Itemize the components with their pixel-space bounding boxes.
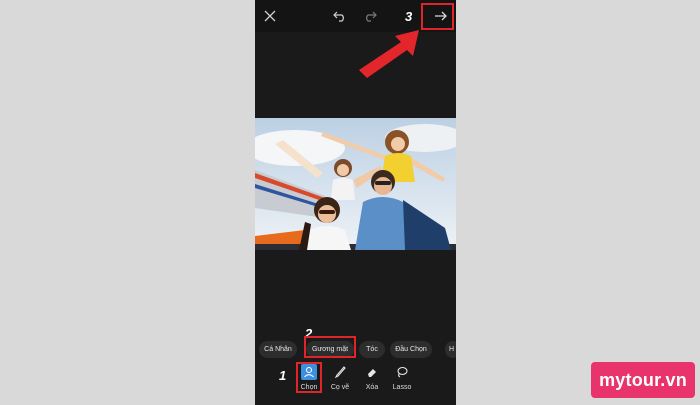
tool-lasso[interactable]: Lasso — [389, 362, 415, 393]
select-tool-highlight — [296, 362, 322, 393]
close-button[interactable] — [260, 6, 280, 26]
brush-icon — [334, 366, 346, 379]
family-photo — [255, 118, 456, 250]
chip-hair[interactable]: Tóc — [359, 341, 385, 358]
chip-more[interactable]: H — [445, 341, 456, 358]
close-icon — [264, 10, 276, 22]
tool-brush[interactable]: Cọ vẽ — [327, 362, 353, 393]
mytour-logo: mytour.vn — [591, 362, 695, 398]
undo-button[interactable] — [330, 6, 350, 26]
pointer-arrow-icon — [359, 30, 419, 78]
family-photo-image — [255, 118, 456, 250]
chip-personal[interactable]: Cá Nhân — [259, 341, 297, 358]
step-3-label: 3 — [405, 9, 413, 24]
face-chip-highlight — [304, 336, 356, 358]
phone-screen: 3 2 Cá Nhân Gương mặt Tóc Đầu Chọn H 1 C… — [255, 0, 456, 405]
tool-bar: Chọn Cọ vẽ Xóa Lasso — [255, 362, 456, 394]
tool-eraser[interactable]: Xóa — [359, 362, 385, 393]
next-button-highlight — [421, 3, 454, 30]
eraser-icon — [368, 369, 376, 377]
chip-head-select[interactable]: Đầu Chọn — [390, 341, 432, 358]
tool-lasso-label: Lasso — [392, 384, 412, 391]
tool-brush-label: Cọ vẽ — [330, 384, 350, 391]
lasso-icon — [397, 366, 408, 378]
redo-button[interactable] — [360, 6, 380, 26]
tool-eraser-label: Xóa — [365, 384, 379, 391]
undo-icon — [333, 11, 344, 22]
redo-icon — [366, 11, 377, 22]
